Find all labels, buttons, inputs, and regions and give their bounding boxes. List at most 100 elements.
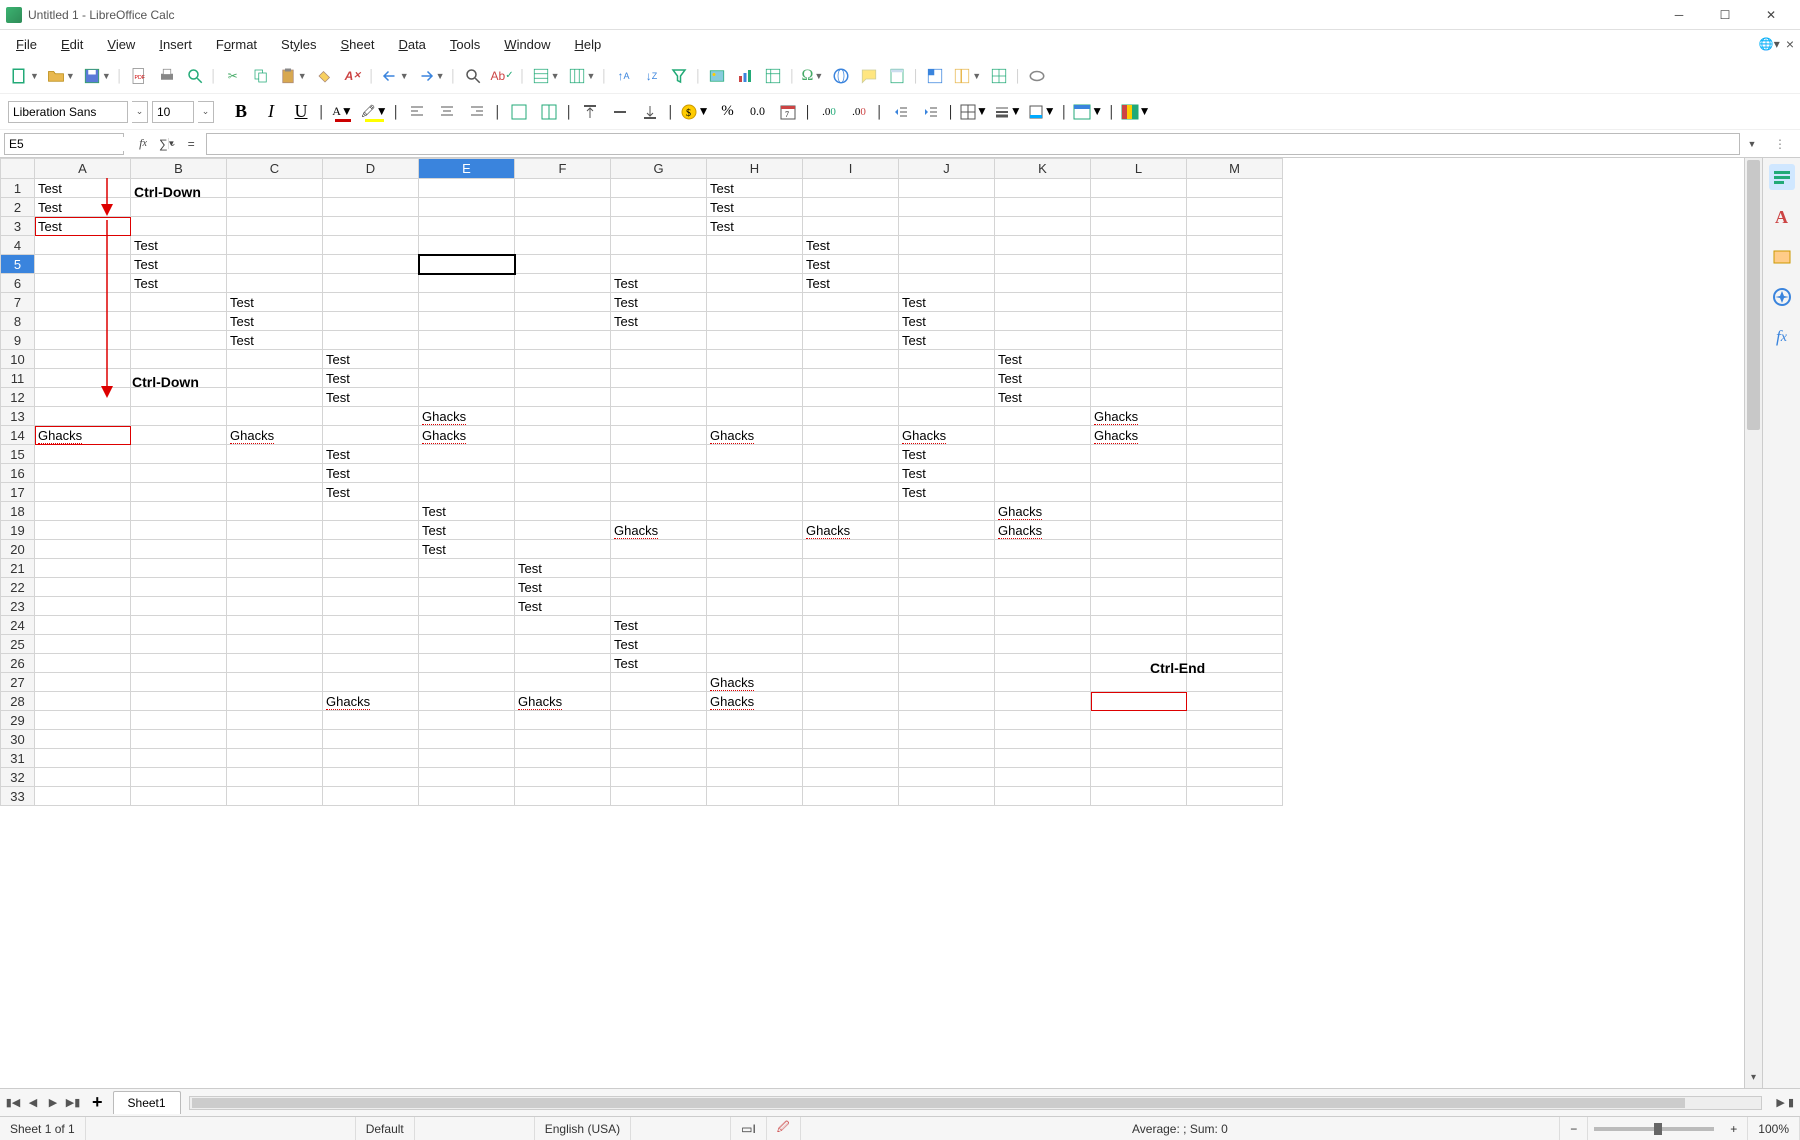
cell-G27[interactable] bbox=[611, 673, 707, 692]
cell-A27[interactable] bbox=[35, 673, 131, 692]
cell-C16[interactable] bbox=[227, 464, 323, 483]
cell-D20[interactable] bbox=[323, 540, 419, 559]
cell-I25[interactable] bbox=[803, 635, 899, 654]
row-header-8[interactable]: 8 bbox=[1, 312, 35, 331]
col-button[interactable]: ▼ bbox=[565, 63, 599, 89]
cell-C11[interactable] bbox=[227, 369, 323, 388]
close-button[interactable]: ✕ bbox=[1748, 0, 1794, 30]
row-header-19[interactable]: 19 bbox=[1, 521, 35, 540]
cell-F13[interactable] bbox=[515, 407, 611, 426]
cell-L19[interactable] bbox=[1091, 521, 1187, 540]
cell-B5[interactable]: Test bbox=[131, 255, 227, 274]
cell-C24[interactable] bbox=[227, 616, 323, 635]
cell-G19[interactable]: Ghacks bbox=[611, 521, 707, 540]
cell-D32[interactable] bbox=[323, 768, 419, 787]
cell-J18[interactable] bbox=[899, 502, 995, 521]
border-style-button[interactable]: ▼ bbox=[993, 99, 1023, 125]
cell-A9[interactable] bbox=[35, 331, 131, 350]
cell-H6[interactable] bbox=[707, 274, 803, 293]
cell-G1[interactable] bbox=[611, 179, 707, 198]
cell-G14[interactable] bbox=[611, 426, 707, 445]
cell-J21[interactable] bbox=[899, 559, 995, 578]
cell-B21[interactable] bbox=[131, 559, 227, 578]
col-header-J[interactable]: J bbox=[899, 159, 995, 179]
undo-button[interactable]: ▼ bbox=[378, 63, 412, 89]
cell-M2[interactable] bbox=[1187, 198, 1283, 217]
tab-nav-first[interactable]: ▮◀ bbox=[4, 1094, 22, 1112]
autoformat-button[interactable]: ▼ bbox=[1072, 99, 1104, 125]
cell-C29[interactable] bbox=[227, 711, 323, 730]
cell-A19[interactable] bbox=[35, 521, 131, 540]
row-header-25[interactable]: 25 bbox=[1, 635, 35, 654]
cell-F27[interactable] bbox=[515, 673, 611, 692]
menu-styles[interactable]: Styles bbox=[271, 33, 326, 56]
clear-format-button[interactable]: A✕ bbox=[340, 63, 366, 89]
cell-M24[interactable] bbox=[1187, 616, 1283, 635]
cell-J2[interactable] bbox=[899, 198, 995, 217]
pivot-button[interactable] bbox=[760, 63, 786, 89]
cell-G6[interactable]: Test bbox=[611, 274, 707, 293]
row-header-5[interactable]: 5 bbox=[1, 255, 35, 274]
cell-F3[interactable] bbox=[515, 217, 611, 236]
cell-A28[interactable] bbox=[35, 692, 131, 711]
cell-B2[interactable] bbox=[131, 198, 227, 217]
col-header-B[interactable]: B bbox=[131, 159, 227, 179]
cell-F17[interactable] bbox=[515, 483, 611, 502]
cell-J28[interactable] bbox=[899, 692, 995, 711]
cell-K26[interactable] bbox=[995, 654, 1091, 673]
cell-M31[interactable] bbox=[1187, 749, 1283, 768]
clone-format-button[interactable] bbox=[312, 63, 338, 89]
cell-A7[interactable] bbox=[35, 293, 131, 312]
cond-format-button[interactable]: ▼ bbox=[1120, 99, 1152, 125]
sidebar-gallery-icon[interactable] bbox=[1769, 244, 1795, 270]
cell-M1[interactable] bbox=[1187, 179, 1283, 198]
cell-M10[interactable] bbox=[1187, 350, 1283, 369]
cell-L25[interactable] bbox=[1091, 635, 1187, 654]
equals-button[interactable]: = bbox=[180, 133, 202, 155]
print-preview-button[interactable] bbox=[182, 63, 208, 89]
open-button[interactable]: ▼ bbox=[44, 63, 78, 89]
cell-H13[interactable] bbox=[707, 407, 803, 426]
menu-edit[interactable]: Edit bbox=[51, 33, 93, 56]
cell-J26[interactable] bbox=[899, 654, 995, 673]
col-header-L[interactable]: L bbox=[1091, 159, 1187, 179]
cell-D24[interactable] bbox=[323, 616, 419, 635]
cell-K32[interactable] bbox=[995, 768, 1091, 787]
cell-C7[interactable]: Test bbox=[227, 293, 323, 312]
cell-L7[interactable] bbox=[1091, 293, 1187, 312]
cell-J20[interactable] bbox=[899, 540, 995, 559]
col-header-G[interactable]: G bbox=[611, 159, 707, 179]
cell-I15[interactable] bbox=[803, 445, 899, 464]
row-header-30[interactable]: 30 bbox=[1, 730, 35, 749]
cell-L17[interactable] bbox=[1091, 483, 1187, 502]
sidebar-styles-icon[interactable]: A bbox=[1769, 204, 1795, 230]
spellcheck-button[interactable]: Ab✓ bbox=[488, 63, 517, 89]
split-button[interactable] bbox=[986, 63, 1012, 89]
row-header-23[interactable]: 23 bbox=[1, 597, 35, 616]
cell-H31[interactable] bbox=[707, 749, 803, 768]
cell-C4[interactable] bbox=[227, 236, 323, 255]
cell-G28[interactable] bbox=[611, 692, 707, 711]
cell-K9[interactable] bbox=[995, 331, 1091, 350]
cell-G3[interactable] bbox=[611, 217, 707, 236]
cell-I14[interactable] bbox=[803, 426, 899, 445]
cell-L13[interactable]: Ghacks bbox=[1091, 407, 1187, 426]
more-icon[interactable]: ⋮ bbox=[1760, 137, 1800, 151]
cell-M25[interactable] bbox=[1187, 635, 1283, 654]
cell-A4[interactable] bbox=[35, 236, 131, 255]
cell-E25[interactable] bbox=[419, 635, 515, 654]
cell-B13[interactable] bbox=[131, 407, 227, 426]
cell-F26[interactable] bbox=[515, 654, 611, 673]
add-decimal-button[interactable]: .00 bbox=[816, 99, 842, 125]
cell-L5[interactable] bbox=[1091, 255, 1187, 274]
cell-J27[interactable] bbox=[899, 673, 995, 692]
cell-K4[interactable] bbox=[995, 236, 1091, 255]
cell-L24[interactable] bbox=[1091, 616, 1187, 635]
tab-nav-next[interactable]: ▶ bbox=[44, 1094, 62, 1112]
status-signature[interactable]: 🖉 bbox=[767, 1117, 801, 1140]
cell-L23[interactable] bbox=[1091, 597, 1187, 616]
cell-G25[interactable]: Test bbox=[611, 635, 707, 654]
row-header-14[interactable]: 14 bbox=[1, 426, 35, 445]
cell-I32[interactable] bbox=[803, 768, 899, 787]
cell-K13[interactable] bbox=[995, 407, 1091, 426]
